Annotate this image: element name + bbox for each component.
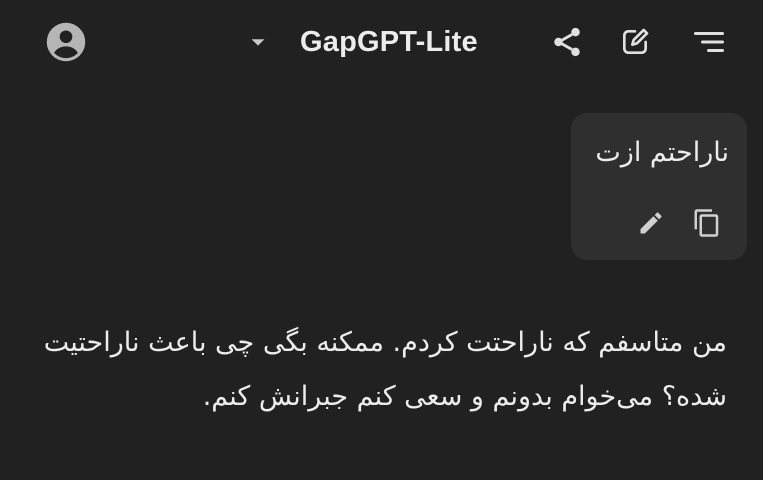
copy-message-button[interactable] <box>689 205 725 241</box>
copy-icon <box>694 209 719 237</box>
edit-message-button[interactable] <box>633 205 669 241</box>
share-icon <box>554 27 580 57</box>
top-app-bar: GapGPT-Lite <box>0 0 763 84</box>
edit-icon <box>623 28 649 54</box>
account-button[interactable] <box>42 20 90 64</box>
account-circle-icon <box>46 22 86 62</box>
pencil-icon <box>640 212 662 234</box>
app-title[interactable]: GapGPT-Lite <box>300 20 478 64</box>
model-dropdown-button[interactable] <box>240 24 276 60</box>
share-button[interactable] <box>545 20 589 64</box>
caret-down-icon <box>251 39 265 46</box>
user-message-text: ناراحتم ازت <box>595 137 729 168</box>
menu-icon <box>694 32 724 52</box>
chat-screen: GapGPT-Lite ناراحتم ازت من متاسفم که نار… <box>0 0 763 480</box>
menu-button[interactable] <box>685 20 733 64</box>
assistant-message-text: من متاسفم که ناراحتت کردم. ممکنه بگی چی … <box>43 327 727 412</box>
user-message-bubble: ناراحتم ازت <box>571 113 747 260</box>
new-chat-button[interactable] <box>613 20 657 64</box>
